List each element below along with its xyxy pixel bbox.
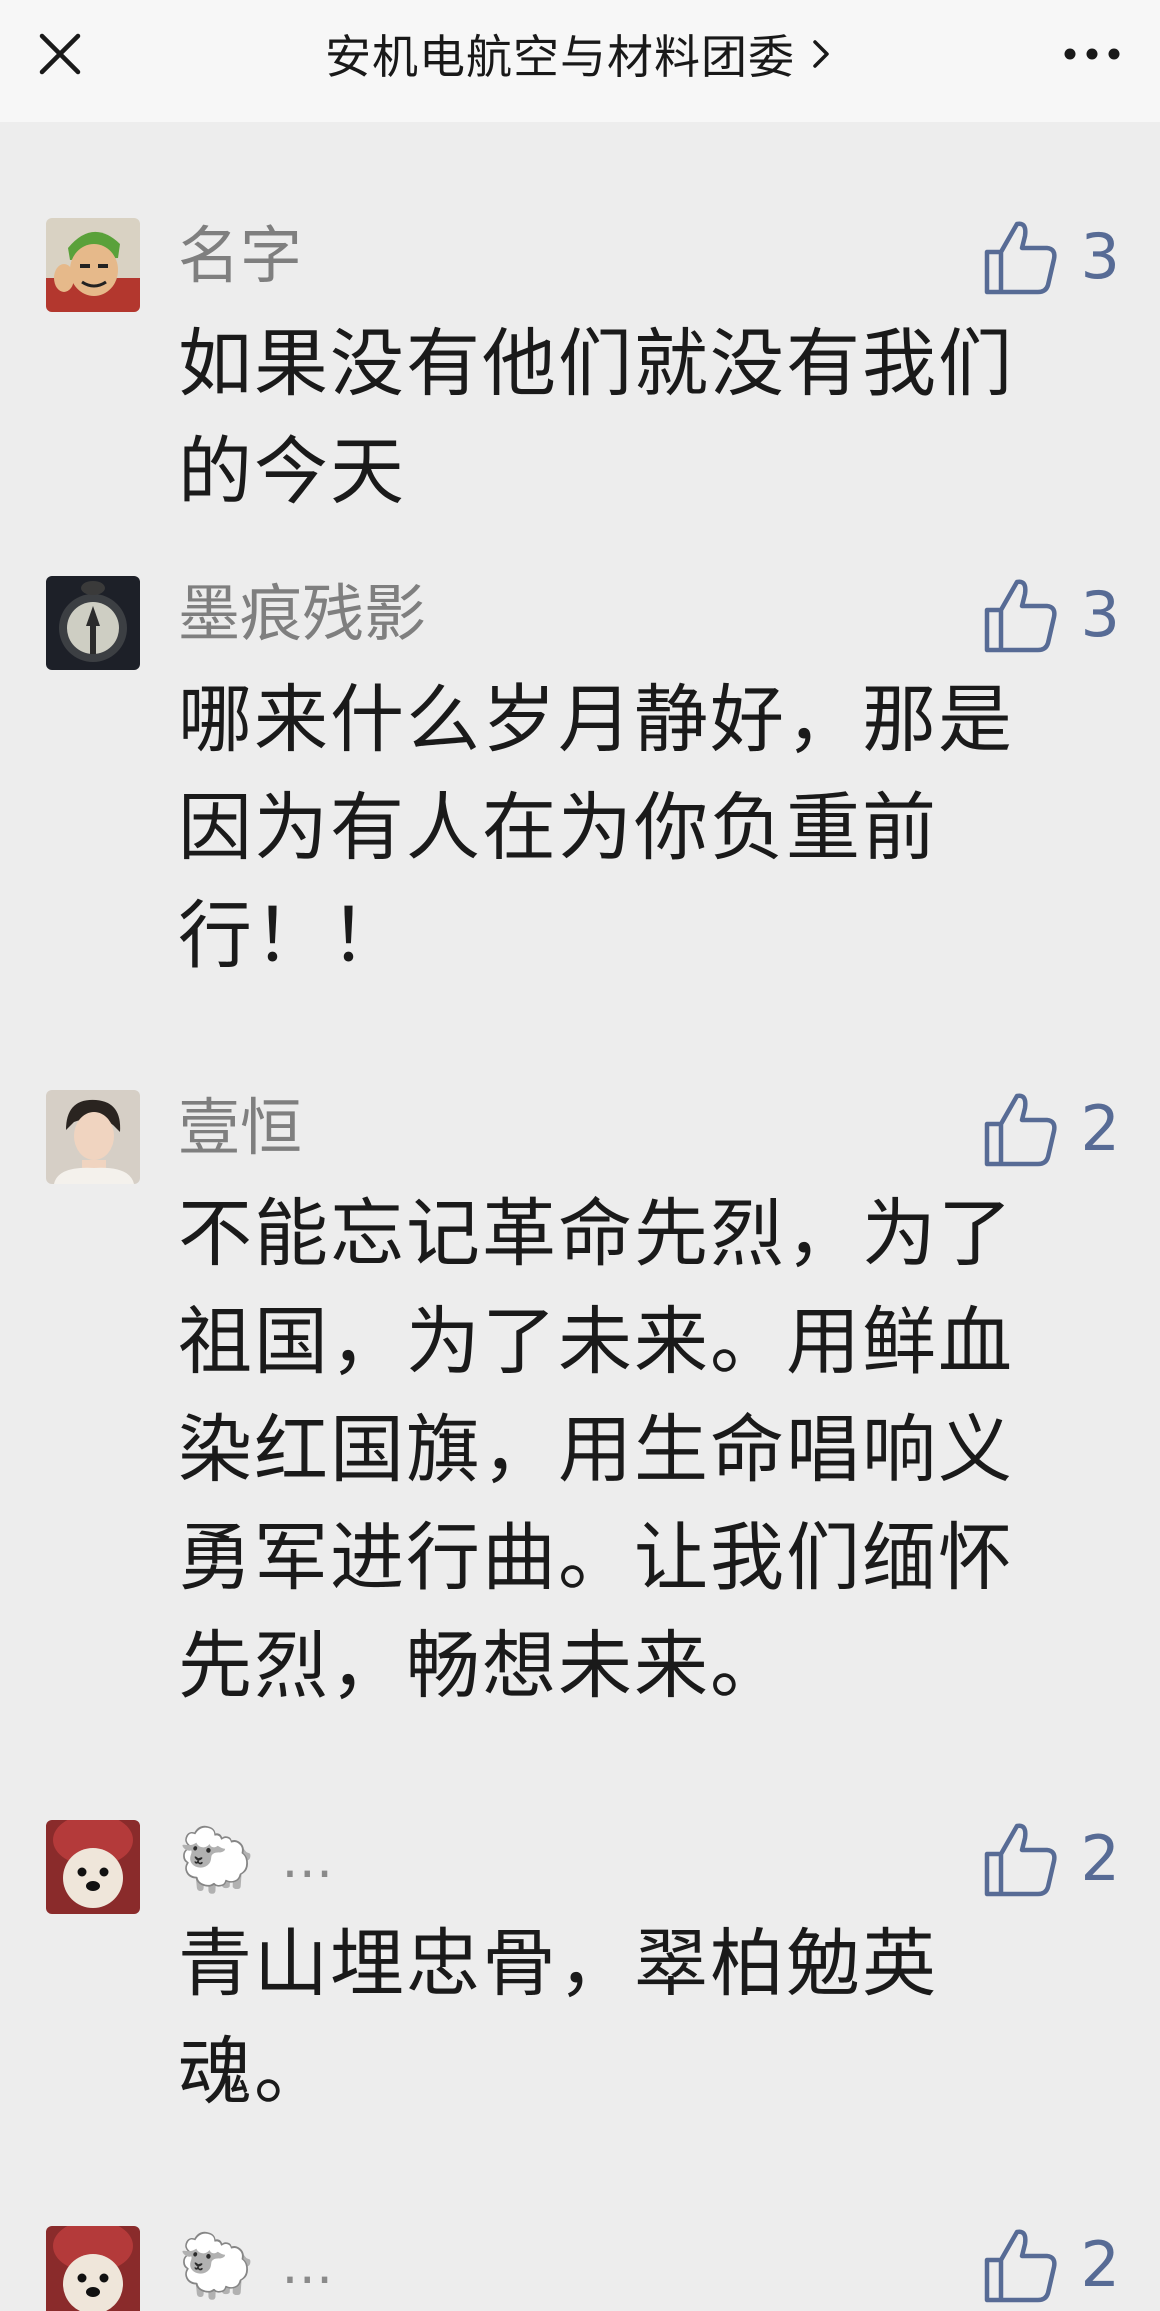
commenter-name[interactable]: 🐑 … — [178, 2224, 335, 2308]
like-button[interactable]: 2 — [983, 1812, 1120, 1906]
avatar[interactable] — [46, 1090, 140, 1184]
like-count: 2 — [1080, 1092, 1120, 1165]
thumbs-up-icon — [984, 2229, 1057, 2303]
chevron-right-icon — [809, 34, 835, 74]
like-button[interactable]: 2 — [983, 1082, 1120, 1176]
like-button[interactable]: 3 — [983, 210, 1120, 304]
like-count: 2 — [1080, 2228, 1120, 2301]
thumbs-up-icon — [984, 579, 1057, 653]
comment-text: 青山埋忠骨，翠柏勉英魂。 — [178, 1921, 938, 2115]
more-dots-icon — [1064, 48, 1120, 60]
comment-text: 不能忘记革命先烈，为了祖国，为了未来。用鲜血染红国旗，用生命唱响义勇军进行曲。让… — [178, 1191, 1014, 1709]
top-bar: 安机电航空与材料团委 — [0, 0, 1160, 122]
commenter-name[interactable]: 墨痕残影 — [178, 572, 426, 656]
comment-text: 如果没有他们就没有我们的今天 — [178, 321, 1014, 515]
name-ellipsis: … — [281, 1830, 336, 1890]
dog-avatar-image — [46, 1820, 140, 1914]
sheep-emoji: 🐑 — [178, 2229, 256, 2302]
thumbs-up-icon — [984, 1823, 1057, 1897]
cartoon-avatar-image — [46, 218, 140, 312]
avatar[interactable] — [46, 218, 140, 312]
like-button[interactable]: 2 — [983, 2218, 1120, 2311]
more-button[interactable] — [1052, 22, 1132, 86]
moon-avatar-image — [46, 576, 140, 670]
thumbs-up-icon — [984, 1093, 1057, 1167]
name-ellipsis: … — [281, 2236, 336, 2296]
avatar[interactable] — [46, 576, 140, 670]
like-count: 3 — [1080, 220, 1120, 293]
commenter-name[interactable]: 🐑 … — [178, 1818, 335, 1902]
like-button[interactable]: 3 — [983, 568, 1120, 662]
close-button[interactable] — [28, 22, 92, 86]
person-avatar-image — [46, 1090, 140, 1184]
avatar[interactable] — [46, 2226, 140, 2311]
dog-avatar-image — [46, 2226, 140, 2311]
like-count: 3 — [1080, 578, 1120, 651]
thumbs-up-icon — [984, 221, 1057, 295]
commenter-name[interactable]: 名字 — [178, 214, 302, 298]
comment-text: 哪来什么岁月静好，那是因为有人在为你负重前行！！ — [178, 677, 1014, 979]
commenter-name[interactable]: 壹恒 — [178, 1086, 302, 1170]
page-title: 安机电航空与材料团委 — [325, 30, 795, 84]
comments-page: 安机电航空与材料团委 名字 3 如果没有他们就没有我们的今天 墨痕残影 3 哪来… — [0, 0, 1160, 2311]
sheep-emoji: 🐑 — [178, 1823, 256, 1896]
account-title-link[interactable]: 安机电航空与材料团委 — [260, 18, 900, 90]
close-icon — [39, 33, 81, 75]
like-count: 2 — [1080, 1822, 1120, 1895]
avatar[interactable] — [46, 1820, 140, 1914]
